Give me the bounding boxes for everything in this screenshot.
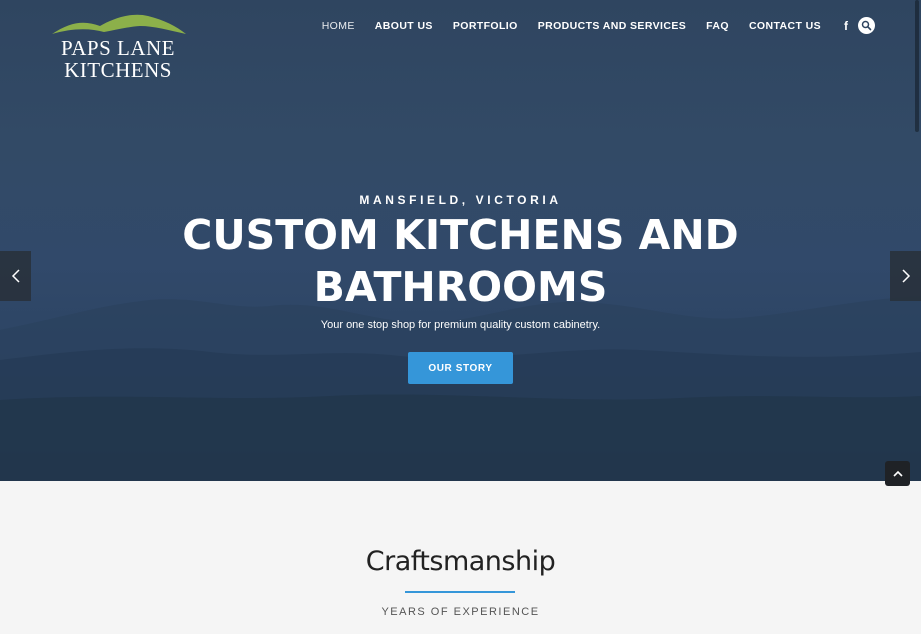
nav-item-contact-us[interactable]: CONTACT US (749, 19, 821, 33)
page-scrollbar[interactable] (915, 0, 919, 132)
hero-headline-line1: CUSTOM KITCHENS AND (182, 211, 739, 259)
chevron-up-icon (892, 470, 903, 477)
hero-kicker: MANSFIELD, VICTORIA (359, 193, 562, 207)
chevron-left-icon (11, 269, 20, 283)
nav-item-portfolio[interactable]: PORTFOLIO (453, 19, 518, 33)
nav-item-about-us[interactable]: ABOUT US (375, 19, 433, 33)
back-to-top-button[interactable] (885, 461, 910, 486)
main-nav: HOME ABOUT US PORTFOLIO PRODUCTS AND SER… (302, 17, 875, 34)
slider-prev-button[interactable] (0, 251, 31, 301)
hero-subtitle: Your one stop shop for premium quality c… (320, 319, 601, 331)
brand-logo[interactable]: PAPS LANE KITCHENS (48, 12, 188, 82)
hills-logo-icon (52, 14, 186, 34)
section-title: Craftsmanship (365, 546, 556, 577)
nav-item-faq[interactable]: FAQ (706, 19, 729, 33)
hero-slider: PAPS LANE KITCHENS HOME ABOUT US PORTFOL… (0, 0, 921, 481)
brand-name-line2: KITCHENS (64, 58, 172, 82)
nav-item-home[interactable]: HOME (322, 19, 355, 33)
slider-next-button[interactable] (890, 251, 921, 301)
nav-item-products-and-services[interactable]: PRODUCTS AND SERVICES (538, 19, 686, 33)
section-subtitle: YEARS OF EXPERIENCE (381, 606, 540, 618)
facebook-icon[interactable]: f (841, 19, 851, 33)
section-divider (405, 591, 515, 593)
search-icon[interactable] (858, 17, 875, 34)
hero-headline-line2: BATHROOMS (313, 263, 608, 311)
our-story-button[interactable]: OUR STORY (408, 352, 513, 384)
hero-headline: CUSTOM KITCHENS AND BATHROOMS (0, 209, 921, 313)
chevron-right-icon (901, 269, 910, 283)
